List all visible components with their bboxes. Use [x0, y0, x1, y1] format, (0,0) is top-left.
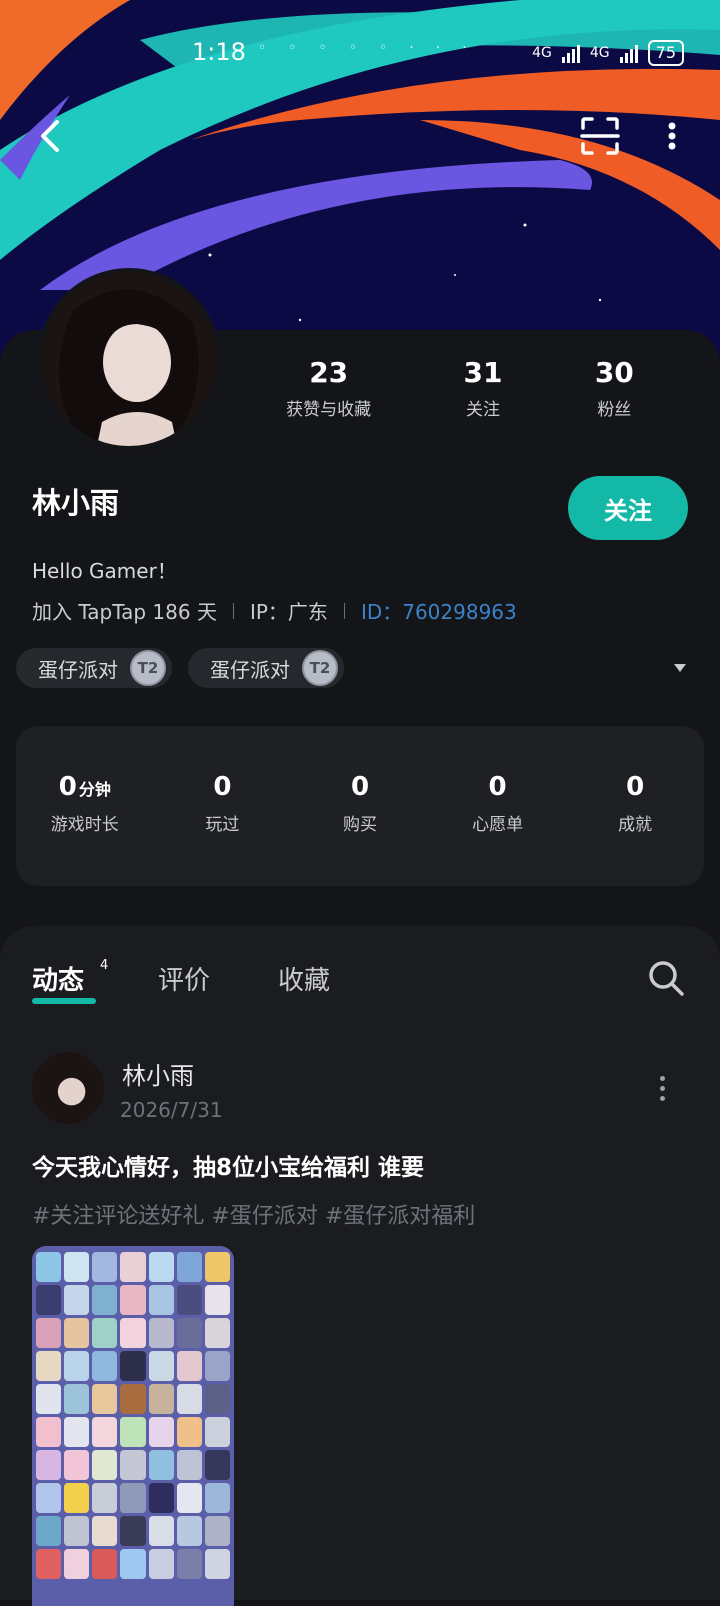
- post-author-name[interactable]: 林小雨: [122, 1056, 194, 1091]
- game-tag-label: 蛋仔派对: [38, 657, 118, 682]
- more-button[interactable]: [648, 112, 696, 160]
- stat-label: 游戏时长: [50, 815, 119, 835]
- network-label-2: 4G: [589, 45, 610, 61]
- game-tag[interactable]: 蛋仔派对 T2: [16, 648, 172, 688]
- avatar-photo: [59, 289, 199, 446]
- more-vertical-icon: [668, 122, 676, 150]
- post-author-avatar[interactable]: [32, 1052, 104, 1124]
- status-indicators: 4G 4G 75: [532, 40, 684, 66]
- game-stat-purchased[interactable]: 0 购买: [310, 772, 410, 835]
- stat-value: 30: [594, 356, 634, 389]
- post-image-collage: [32, 1246, 234, 1585]
- post-hashtags[interactable]: #关注评论送好礼 #蛋仔派对 #蛋仔派对福利: [32, 1198, 475, 1230]
- divider: [232, 602, 234, 619]
- status-time: 1:18: [192, 38, 246, 66]
- tab-activity-count: 4: [100, 958, 109, 973]
- game-tags: 蛋仔派对 T2 蛋仔派对 T2: [16, 648, 344, 688]
- stat-label: 获赞与收藏: [286, 400, 372, 420]
- user-id[interactable]: ID：760298963: [361, 596, 517, 625]
- game-stats-card: 0 分钟 游戏时长 0 玩过 0 购买 0 心愿单 0 成就: [16, 726, 704, 886]
- game-tag[interactable]: 蛋仔派对 T2: [188, 648, 344, 688]
- battery-icon: 75: [647, 40, 684, 66]
- stat-label: 成就: [618, 815, 653, 835]
- search-button[interactable]: [646, 958, 686, 998]
- game-stat-achievements[interactable]: 0 成就: [585, 772, 685, 835]
- chevron-left-icon: [41, 120, 59, 152]
- signal-icon: [561, 43, 580, 63]
- post-date: 2026/7/31: [120, 1098, 223, 1122]
- profile-stats: 23 获赞与收藏 31 关注 30 粉丝: [240, 356, 680, 420]
- post-image[interactable]: [32, 1246, 234, 1606]
- stat-value: 0: [488, 772, 507, 802]
- game-stat-playtime[interactable]: 0 分钟 游戏时长: [35, 772, 135, 835]
- post-title[interactable]: 今天我心情好，抽8位小宝给福利 谁要: [32, 1148, 424, 1182]
- notification-icons: ◦◦◦◦◦···: [258, 40, 489, 56]
- stat-value: 0: [213, 772, 232, 802]
- stat-value: 31: [463, 356, 503, 389]
- profile-meta: 加入 TapTap 186 天 IP：广东 ID：760298963: [32, 596, 517, 625]
- ip-location: IP：广东: [249, 600, 328, 624]
- level-badge-icon: T2: [130, 650, 166, 686]
- stat-likes[interactable]: 23 获赞与收藏: [286, 356, 371, 420]
- game-tag-label: 蛋仔派对: [210, 657, 290, 682]
- stat-label: 心愿单: [472, 815, 524, 835]
- stat-followers[interactable]: 30 粉丝: [595, 356, 634, 420]
- stat-label: 粉丝: [597, 400, 632, 420]
- tab-favorites[interactable]: 收藏: [278, 960, 330, 997]
- scan-button[interactable]: [576, 112, 624, 160]
- divider: [343, 602, 345, 619]
- search-icon: [649, 961, 684, 996]
- expand-caret-icon[interactable]: [674, 664, 686, 672]
- avatar[interactable]: [38, 268, 220, 450]
- back-button[interactable]: [26, 112, 74, 160]
- network-label: 4G: [532, 45, 552, 61]
- game-stat-played[interactable]: 0 玩过: [172, 772, 272, 835]
- stat-following[interactable]: 31 关注: [464, 356, 503, 420]
- game-stat-wishlist[interactable]: 0 心愿单: [448, 772, 548, 835]
- status-bar: 1:18 ◦◦◦◦◦··· 4G 4G 75: [0, 28, 720, 78]
- tab-reviews[interactable]: 评价: [158, 960, 210, 997]
- stat-label: 关注: [466, 400, 500, 420]
- follow-button[interactable]: 关注: [568, 476, 688, 540]
- tab-activity[interactable]: 动态: [32, 960, 84, 997]
- stat-value: 0: [626, 772, 645, 802]
- join-days: 加入 TapTap 186 天: [32, 600, 217, 624]
- signal-icon-2: [619, 43, 638, 63]
- tab-active-indicator: [32, 998, 96, 1004]
- stat-label: 玩过: [205, 815, 240, 835]
- level-badge-icon: T2: [302, 650, 338, 686]
- scan-icon: [580, 117, 620, 155]
- stat-value: 23: [309, 356, 349, 389]
- stat-label: 购买: [342, 815, 377, 835]
- username: 林小雨: [32, 486, 120, 520]
- stat-value: 0: [350, 772, 370, 802]
- stat-unit: 分钟: [78, 780, 111, 799]
- stat-value: 0: [58, 772, 77, 802]
- post-more-icon[interactable]: [660, 1076, 665, 1101]
- bio: Hello Gamer！: [32, 559, 177, 583]
